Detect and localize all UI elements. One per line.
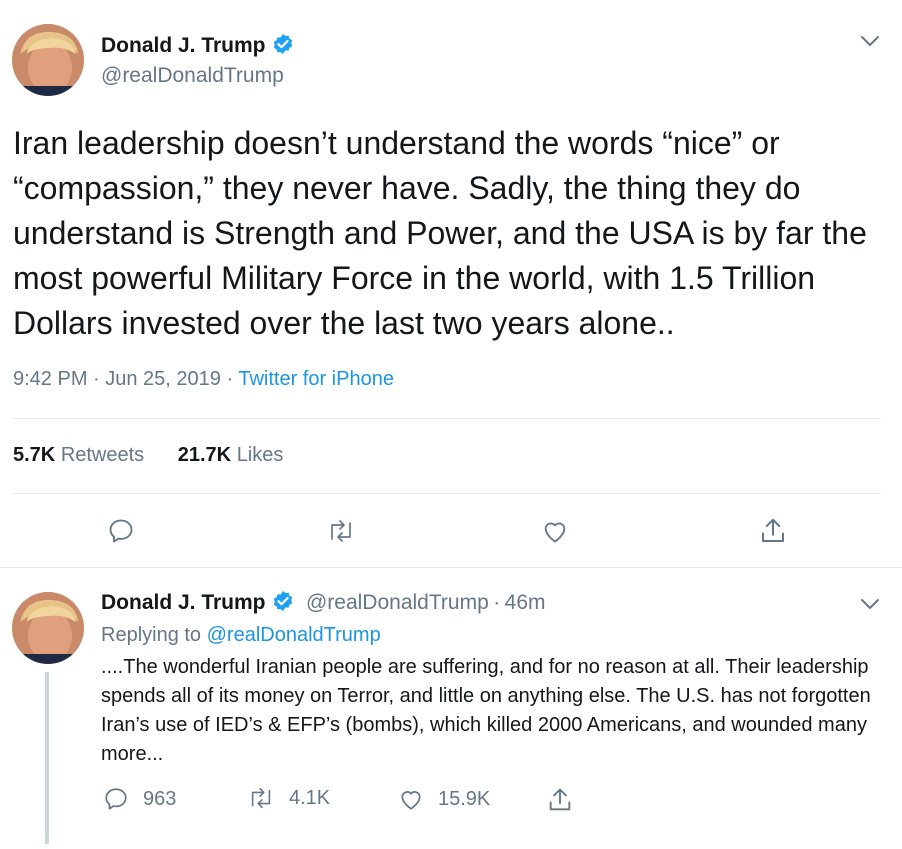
avatar[interactable] (12, 592, 84, 664)
author-handle[interactable]: @realDonaldTrump (306, 591, 489, 614)
retweets-stat[interactable]: 5.7K Retweets (13, 444, 144, 466)
verified-badge-icon (272, 590, 294, 617)
divider (13, 493, 881, 494)
like-icon[interactable] (541, 517, 569, 550)
share-icon (549, 788, 571, 811)
retweet-icon (251, 787, 271, 809)
tweet-meta: 9:42 PM · Jun 25, 2019 · Twitter for iPh… (13, 368, 394, 391)
share-icon[interactable] (758, 516, 788, 551)
avatar[interactable] (12, 24, 84, 96)
separator: · (493, 591, 501, 614)
reply-icon (105, 788, 127, 810)
tweet-timestamp[interactable]: 9:42 PM · Jun 25, 2019 · (13, 368, 238, 390)
chevron-down-icon[interactable] (860, 34, 880, 53)
retweet-action[interactable]: 4.1K (247, 786, 330, 810)
share-action[interactable] (546, 786, 574, 814)
tweet-stats: 5.7K Retweets 21.7K Likes (13, 444, 311, 467)
reply-tweet-text: ....The wonderful Iranian people are suf… (101, 656, 871, 765)
likes-stat[interactable]: 21.7K Likes (178, 444, 284, 466)
tweet-text: Iran leadership doesn’t understand the w… (13, 125, 867, 341)
retweet-icon[interactable] (326, 518, 356, 549)
retweet-count: 4.1K (289, 786, 331, 809)
reply-action[interactable]: 963 (103, 786, 176, 812)
replying-to: Replying to @realDonaldTrump (101, 624, 381, 646)
tweet-time-ago[interactable]: 46m (505, 591, 546, 614)
author-name[interactable]: Donald J. Trump (101, 34, 266, 57)
tweet-source-link[interactable]: Twitter for iPhone (238, 368, 394, 390)
verified-badge-icon (272, 33, 294, 60)
reply-header: Donald J. Trump @realDonaldTrump · 46m (101, 590, 546, 617)
divider (0, 567, 902, 568)
divider (13, 418, 881, 419)
like-count: 15.9K (438, 787, 491, 810)
reply-icon[interactable] (107, 517, 135, 550)
author-name[interactable]: Donald J. Trump (101, 591, 266, 614)
reply-count: 963 (143, 787, 177, 810)
chevron-down-icon[interactable] (860, 597, 880, 616)
thread-line (45, 672, 49, 844)
author-handle[interactable]: @realDonaldTrump (101, 64, 284, 88)
like-icon (401, 791, 421, 810)
replying-to-link[interactable]: @realDonaldTrump (207, 624, 381, 646)
like-action[interactable]: 15.9K (398, 786, 490, 812)
